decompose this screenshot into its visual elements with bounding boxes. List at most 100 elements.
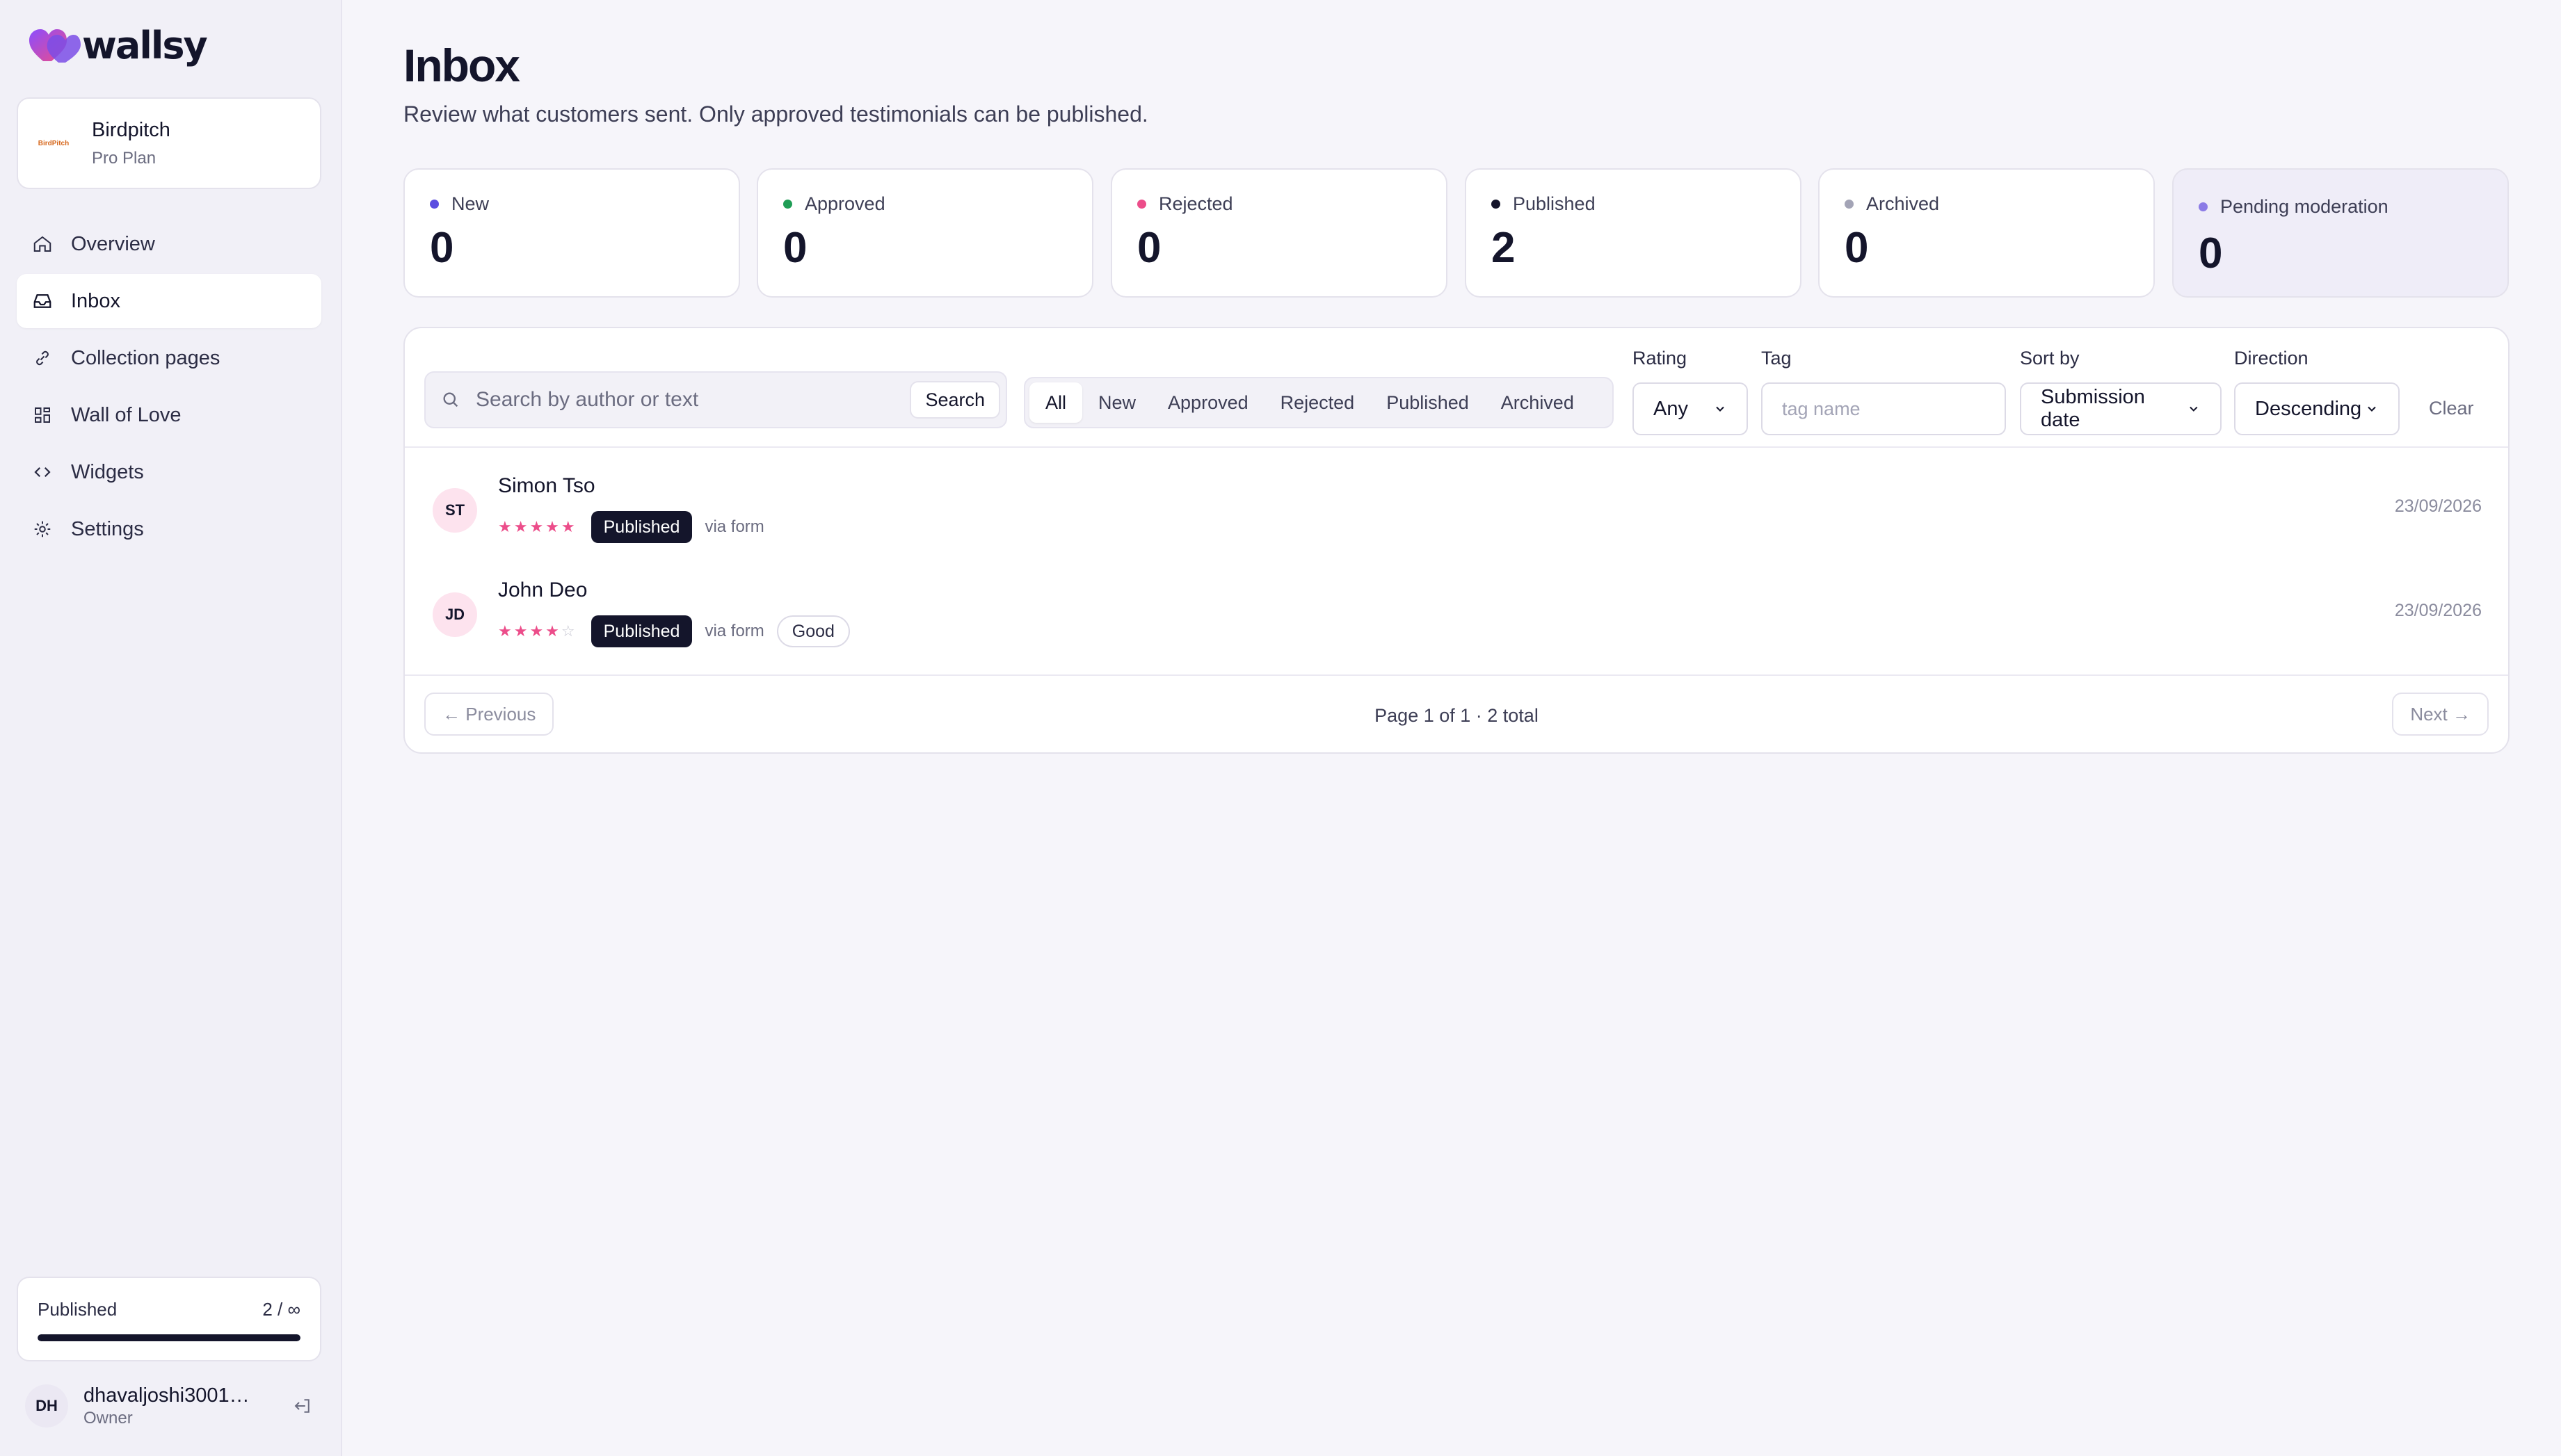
direction-label: Direction [2234, 348, 2309, 369]
tab-all[interactable]: All [1029, 382, 1083, 423]
rating-select[interactable]: Any [1632, 382, 1748, 435]
stat-card-pending-moderation[interactable]: Pending moderation 0 [2172, 168, 2509, 298]
stat-card-rejected[interactable]: Rejected 0 [1111, 168, 1447, 298]
stat-label: Rejected [1159, 193, 1233, 214]
code-icon [31, 460, 54, 484]
submission-date: 23/09/2026 [2394, 496, 2482, 516]
stat-label: Approved [805, 193, 885, 214]
status-dot [1137, 200, 1146, 209]
star-rating: ★★★★☆ [498, 622, 577, 640]
stat-label: Archived [1866, 193, 1940, 214]
stat-value: 0 [1137, 224, 1162, 272]
tab-rejected[interactable]: Rejected [1265, 382, 1371, 423]
avatar: ST [433, 488, 477, 533]
author-name: John Deo [498, 579, 588, 601]
sidebar-item-overview[interactable]: Overview [17, 217, 321, 271]
user-role: Owner [83, 1408, 133, 1427]
tag-label: Tag [1761, 348, 1792, 369]
grid-icon [31, 403, 54, 427]
rating-value: Any [1653, 397, 1688, 420]
workspace-name: Birdpitch [92, 118, 170, 141]
avatar[interactable]: DH [25, 1384, 68, 1427]
user-email: dhavaljoshi3001@... [83, 1384, 266, 1407]
sidebar-item-inbox[interactable]: Inbox [17, 274, 321, 328]
stat-value: 0 [1845, 224, 1869, 272]
search-input[interactable] [476, 388, 893, 412]
status-dot [1491, 200, 1500, 209]
testimonials-panel: Search All New Approved Rejected Publish… [403, 327, 2510, 754]
chevron-down-icon [1716, 406, 1724, 412]
sidebar-item-wall-of-love[interactable]: Wall of Love [17, 388, 321, 442]
tab-archived[interactable]: Archived [1485, 382, 1590, 423]
usage-label: Published [38, 1299, 118, 1320]
status-dot [430, 200, 439, 209]
sort-by-select[interactable]: Submission date [2020, 382, 2222, 435]
sidebar-item-widgets[interactable]: Widgets [17, 445, 321, 499]
stat-label: Pending moderation [2220, 196, 2389, 217]
page-subtitle: Review what customers sent. Only approve… [403, 102, 1148, 127]
tab-new[interactable]: New [1082, 382, 1152, 423]
app-name: wallsy [82, 24, 208, 67]
direction-filter: Direction Descending [2234, 348, 2400, 435]
tag-filter: Tag tag name [1761, 348, 2006, 435]
search-button[interactable]: Search [910, 381, 1000, 419]
chevron-down-icon [2368, 406, 2376, 412]
author-name: Simon Tso [498, 474, 595, 497]
gear-icon [31, 517, 54, 541]
app-logo[interactable]: wallsy [28, 24, 208, 67]
submission-date: 23/09/2026 [2394, 601, 2482, 620]
avatar: JD [433, 592, 477, 637]
stat-value: 0 [2199, 229, 2223, 277]
next-page-button[interactable]: Next → [2392, 693, 2489, 736]
workspace-logo: BirdPitch [38, 139, 70, 147]
sort-by-filter: Sort by Submission date [2020, 348, 2222, 435]
usage-progress-fill [38, 1334, 300, 1341]
sidebar-item-settings[interactable]: Settings [17, 502, 321, 556]
tab-published[interactable]: Published [1370, 382, 1485, 423]
pagination-info: Page 1 of 1 · 2 total [1374, 705, 1539, 726]
tag-chip[interactable]: Good [776, 615, 850, 647]
stat-card-approved[interactable]: Approved 0 [757, 168, 1093, 298]
status-dot [1845, 200, 1854, 209]
sidebar-item-label: Settings [71, 517, 144, 540]
tag-input[interactable]: tag name [1761, 382, 2006, 435]
tab-approved[interactable]: Approved [1152, 382, 1265, 423]
stat-value: 0 [430, 224, 454, 272]
sidebar-item-label: Inbox [71, 289, 120, 312]
star-rating: ★★★★★ [498, 518, 577, 535]
workspace-plan: Pro Plan [92, 148, 156, 168]
sidebar-item-label: Wall of Love [71, 403, 182, 426]
divider [405, 674, 2508, 676]
stat-card-published[interactable]: Published 2 [1465, 168, 1801, 298]
clear-filters-button[interactable]: Clear [2429, 398, 2474, 419]
sort-by-label: Sort by [2020, 348, 2080, 369]
source-label: via form [705, 622, 764, 640]
user-profile: DH dhavaljoshi3001@... Owner [25, 1384, 317, 1428]
page-title: Inbox [403, 40, 520, 91]
testimonial-row[interactable]: JD John Deo ★★★★☆ Published via form Goo… [405, 558, 2508, 662]
heart-logo-icon [29, 29, 81, 63]
stats-row: New 0 Approved 0 Rejected 0 Published 2 … [403, 168, 2510, 298]
stat-label: New [451, 193, 490, 214]
usage-value: 2 / ∞ [262, 1299, 300, 1320]
logout-icon[interactable] [292, 1396, 313, 1416]
sidebar-item-label: Collection pages [71, 346, 220, 369]
stat-card-archived[interactable]: Archived 0 [1818, 168, 2155, 298]
published-usage-card: Published 2 / ∞ [17, 1277, 321, 1361]
sidebar-item-label: Overview [71, 232, 155, 255]
sidebar-nav: Overview Inbox Collection pages Wall of … [17, 217, 321, 559]
source-label: via form [705, 517, 764, 536]
stat-card-new[interactable]: New 0 [403, 168, 740, 298]
inbox-icon [31, 289, 54, 313]
home-icon [31, 232, 54, 256]
stat-label: Published [1513, 193, 1596, 214]
link-icon [31, 346, 54, 370]
stat-value: 2 [1491, 224, 1516, 272]
sidebar-item-collection-pages[interactable]: Collection pages [17, 331, 321, 385]
testimonial-row[interactable]: ST Simon Tso ★★★★★ Published via form 23… [405, 453, 2508, 558]
direction-select[interactable]: Descending [2234, 382, 2400, 435]
divider [405, 446, 2508, 448]
workspace-switcher[interactable]: BirdPitch Birdpitch Pro Plan [17, 97, 321, 189]
sidebar: wallsy BirdPitch Birdpitch Pro Plan Over… [0, 0, 342, 1456]
status-badge: Published [591, 511, 693, 543]
